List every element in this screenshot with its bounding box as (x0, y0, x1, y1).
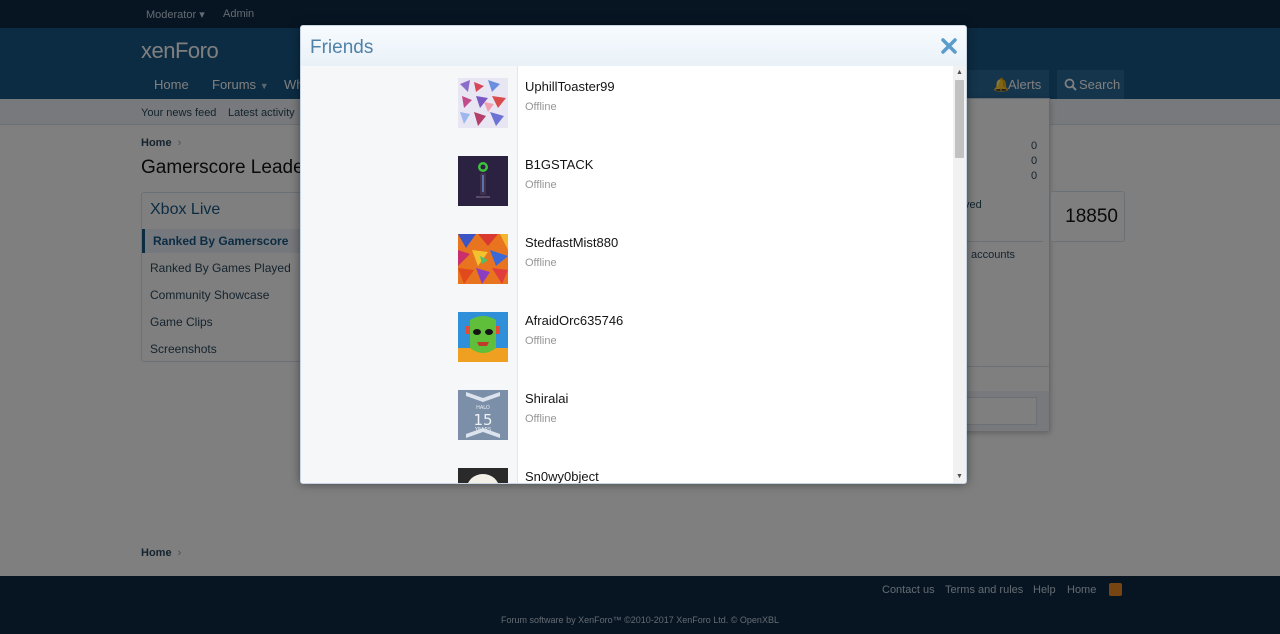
modal-header: Friends (301, 26, 966, 66)
scroll-thumb[interactable] (955, 80, 964, 158)
friend-name[interactable]: Shiralai (525, 391, 568, 406)
friend-status: Offline (525, 413, 557, 425)
friend-status: Offline (525, 335, 557, 347)
avatar[interactable] (458, 78, 508, 128)
scroll-down-arrow-icon[interactable]: ▼ (953, 470, 966, 483)
modal-body: UphillToaster99 Offline B1GSTACK Offline (301, 66, 966, 483)
avatar[interactable] (458, 468, 508, 483)
scrollbar[interactable]: ▲ ▼ (953, 66, 966, 483)
friend-item[interactable]: Sn0wy0bject (458, 468, 938, 483)
friend-item[interactable]: B1GSTACK Offline (458, 156, 938, 208)
friend-item[interactable]: AfraidOrc635746 Offline (458, 312, 938, 364)
friend-name[interactable]: AfraidOrc635746 (525, 313, 623, 328)
friend-status: Offline (525, 101, 557, 113)
avatar[interactable] (458, 234, 508, 284)
avatar[interactable] (458, 312, 508, 362)
friends-modal: Friends UphillToaster99 Offline B1GSTACK… (300, 25, 967, 484)
friend-item[interactable]: HALO 15 YEARS Shiralai Offline (458, 390, 938, 442)
friend-name[interactable]: Sn0wy0bject (525, 469, 599, 483)
modal-title: Friends (310, 37, 374, 58)
friend-item[interactable]: UphillToaster99 Offline (458, 78, 938, 130)
friend-name[interactable]: StedfastMist880 (525, 235, 618, 250)
scroll-up-arrow-icon[interactable]: ▲ (953, 66, 966, 79)
friend-item[interactable]: StedfastMist880 Offline (458, 234, 938, 286)
close-icon[interactable] (941, 38, 957, 54)
avatar[interactable] (458, 156, 508, 206)
friend-name[interactable]: B1GSTACK (525, 157, 593, 172)
avatar[interactable]: HALO 15 YEARS (458, 390, 508, 440)
friend-status: Offline (525, 179, 557, 191)
friend-name[interactable]: UphillToaster99 (525, 79, 615, 94)
friend-status: Offline (525, 257, 557, 269)
